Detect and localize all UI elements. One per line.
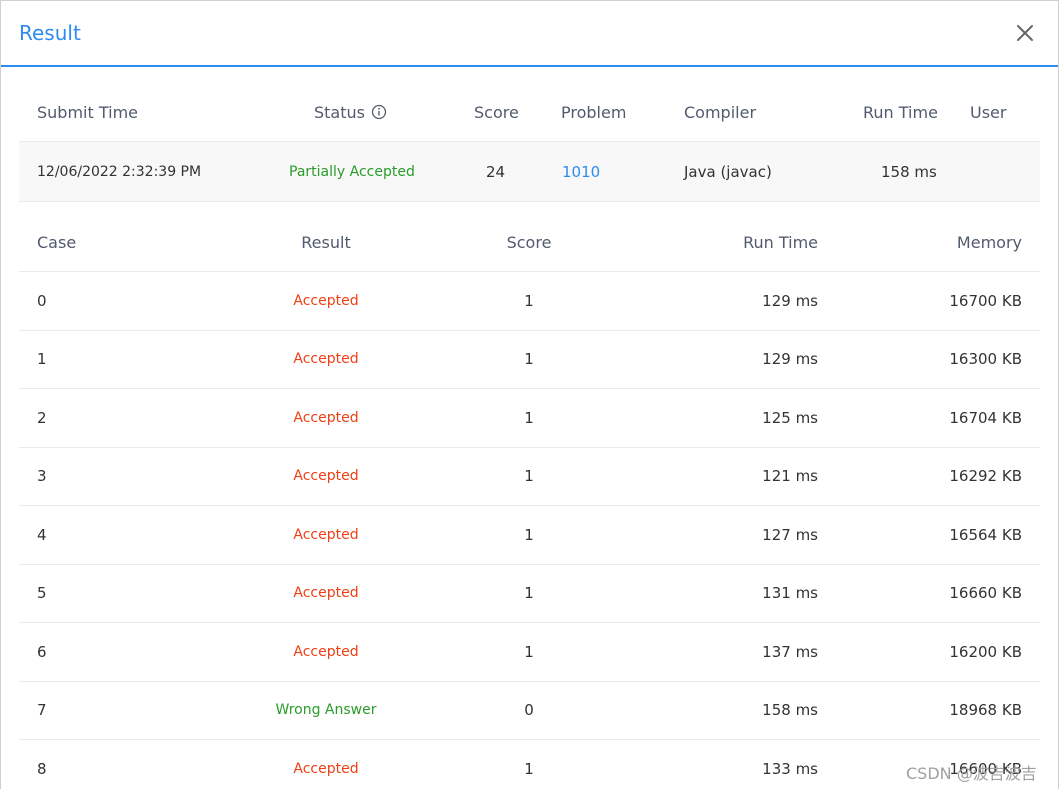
case-score: 1 <box>524 584 534 603</box>
case-score: 0 <box>524 701 534 720</box>
header-case: Case <box>37 232 77 252</box>
case-number: 5 <box>37 584 47 603</box>
header-result: Result <box>301 232 351 252</box>
case-score: 1 <box>524 759 534 778</box>
header-compiler: Compiler <box>684 102 757 122</box>
close-icon <box>1017 25 1033 41</box>
table-row: 1 Accepted 1 129 ms 16300 KB <box>19 331 1040 389</box>
case-run-time: 131 ms <box>762 584 818 603</box>
dialog-header: Result <box>1 1 1058 67</box>
case-run-time: 129 ms <box>762 291 818 310</box>
table-row: 2 Accepted 1 125 ms 16704 KB <box>19 389 1040 448</box>
case-number: 3 <box>37 467 47 486</box>
case-number: 6 <box>37 642 47 661</box>
submit-time-value: 12/06/2022 2:32:39 PM <box>37 163 202 180</box>
dialog-title: Result <box>19 21 81 45</box>
header-memory: Memory <box>956 232 1022 252</box>
case-memory: 16300 KB <box>949 350 1022 369</box>
case-result: Accepted <box>293 526 359 543</box>
cases-table-body: 0 Accepted 1 129 ms 16700 KB 1 Accepted … <box>19 272 1040 798</box>
case-run-time: 127 ms <box>762 525 818 544</box>
case-score: 1 <box>524 350 534 369</box>
watermark: CSDN @波吉波吉 <box>906 764 1037 783</box>
compiler-value: Java (javac) <box>684 162 772 181</box>
header-case-run-time: Run Time <box>743 232 818 252</box>
header-user: User <box>970 102 1007 122</box>
case-run-time: 137 ms <box>762 642 818 661</box>
case-result: Accepted <box>293 351 359 368</box>
case-run-time: 133 ms <box>762 759 818 778</box>
table-row: 5 Accepted 1 131 ms 16660 KB <box>19 565 1040 623</box>
table-row: 0 Accepted 1 129 ms 16700 KB <box>19 272 1040 331</box>
case-run-time: 129 ms <box>762 350 818 369</box>
problem-link[interactable]: 1010 <box>562 142 600 201</box>
summary-table-header: Submit Time Status Score Problem Compile… <box>19 83 1040 141</box>
case-result: Accepted <box>293 468 359 485</box>
result-dialog: Result Submit Time Status Score Problem … <box>0 0 1059 789</box>
case-result: Accepted <box>293 292 359 309</box>
case-run-time: 121 ms <box>762 467 818 486</box>
case-memory: 16292 KB <box>949 467 1022 486</box>
run-time-value: 158 ms <box>881 162 937 181</box>
case-result: Accepted <box>293 409 359 426</box>
case-run-time: 125 ms <box>762 408 818 427</box>
header-submit-time: Submit Time <box>37 102 138 122</box>
case-score: 1 <box>524 467 534 486</box>
header-status: Status <box>314 83 387 141</box>
case-number: 2 <box>37 408 47 427</box>
case-run-time: 158 ms <box>762 701 818 720</box>
table-row: 4 Accepted 1 127 ms 16564 KB <box>19 506 1040 565</box>
info-circle-icon[interactable] <box>371 104 387 120</box>
case-memory: 16700 KB <box>949 291 1022 310</box>
header-case-score: Score <box>506 232 552 252</box>
case-number: 7 <box>37 701 47 720</box>
close-button[interactable] <box>1013 21 1037 45</box>
table-row: 3 Accepted 1 121 ms 16292 KB <box>19 448 1040 506</box>
case-number: 4 <box>37 525 47 544</box>
case-result: Accepted <box>293 760 359 777</box>
header-status-label: Status <box>314 102 365 122</box>
case-number: 0 <box>37 291 47 310</box>
case-result: Wrong Answer <box>275 702 377 719</box>
case-memory: 16704 KB <box>949 408 1022 427</box>
case-number: 8 <box>37 759 47 778</box>
case-score: 1 <box>524 408 534 427</box>
header-problem: Problem <box>561 102 627 122</box>
case-memory: 18968 KB <box>949 701 1022 720</box>
table-row: 6 Accepted 1 137 ms 16200 KB <box>19 623 1040 682</box>
table-row: 7 Wrong Answer 0 158 ms 18968 KB <box>19 682 1040 740</box>
case-result: Accepted <box>293 643 359 660</box>
case-memory: 16660 KB <box>949 584 1022 603</box>
table-row: 8 Accepted 1 133 ms 16600 KB <box>19 740 1040 798</box>
case-number: 1 <box>37 350 47 369</box>
status-badge: Partially Accepted <box>289 163 415 180</box>
cases-table-header: Case Result Score Run Time Memory <box>19 213 1040 272</box>
case-memory: 16564 KB <box>949 525 1022 544</box>
case-score: 1 <box>524 291 534 310</box>
case-result: Accepted <box>293 585 359 602</box>
summary-row: 12/06/2022 2:32:39 PM Partially Accepted… <box>19 141 1040 202</box>
case-score: 1 <box>524 525 534 544</box>
case-score: 1 <box>524 642 534 661</box>
header-run-time: Run Time <box>863 102 938 122</box>
header-score: Score <box>474 102 519 122</box>
case-memory: 16200 KB <box>949 642 1022 661</box>
score-value: 24 <box>486 162 506 181</box>
